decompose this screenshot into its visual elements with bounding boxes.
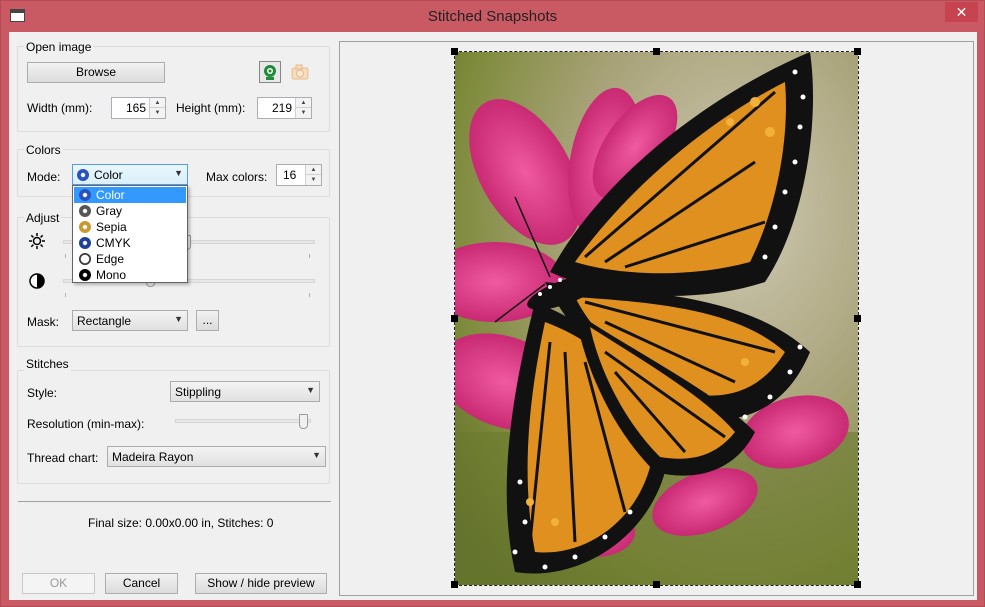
width-label: Width (mm): (27, 101, 93, 115)
mode-option-label: Gray (96, 204, 123, 218)
width-value: 165 (125, 101, 146, 115)
mode-option-label: CMYK (96, 236, 131, 250)
chevron-down-icon: ▼ (312, 450, 321, 460)
mode-combobox[interactable]: Color ▼ (72, 164, 188, 185)
mode-option-edge[interactable]: Edge (74, 251, 186, 267)
mode-option-mono[interactable]: Mono (74, 267, 186, 283)
color-mode-icon (77, 169, 89, 181)
cmyk-mode-icon (79, 237, 91, 249)
butterfly-image (455, 52, 858, 585)
brightness-tick-max (309, 254, 310, 258)
chevron-down-icon: ▼ (174, 168, 183, 178)
preview-panel (339, 41, 974, 596)
mask-value: Rectangle (77, 314, 132, 328)
style-label: Style: (27, 386, 58, 400)
browse-button[interactable]: Browse (27, 62, 165, 83)
mode-option-label: Mono (96, 268, 127, 282)
mode-option-sepia[interactable]: Sepia (74, 219, 186, 235)
contrast-tick-min (65, 293, 66, 297)
separator (18, 501, 331, 502)
resize-handle-right[interactable] (854, 315, 861, 322)
resolution-slider-thumb[interactable] (299, 414, 309, 429)
mode-label: Mode: (27, 170, 61, 184)
style-value: Stippling (175, 385, 222, 399)
mode-option-label: Color (96, 188, 125, 202)
app-window: Stitched Snapshots ✕ Open image Browse W… (0, 0, 985, 607)
mask-combobox[interactable]: Rectangle ▼ (72, 310, 188, 331)
sepia-mode-icon (79, 221, 91, 233)
brightness-tick-min (65, 254, 66, 258)
width-spin-arrows[interactable]: ▲ ▼ (149, 98, 165, 118)
resize-handle-bottom-right[interactable] (854, 581, 861, 588)
chevron-down-icon: ▼ (306, 385, 315, 395)
open-image-group (17, 46, 330, 132)
toggle-preview-button[interactable]: Show / hide preview (195, 573, 327, 594)
webcam-icon[interactable] (259, 61, 281, 83)
colors-title: Colors (24, 143, 63, 157)
title-bar[interactable]: Stitched Snapshots ✕ (1, 1, 984, 32)
brightness-icon (28, 232, 46, 250)
max-colors-spin-arrows[interactable]: ▲ ▼ (305, 165, 321, 185)
color-mode-icon (79, 189, 91, 201)
cancel-button[interactable]: Cancel (105, 573, 178, 594)
close-button[interactable]: ✕ (945, 2, 978, 22)
resize-handle-left[interactable] (451, 315, 458, 322)
chevron-down-icon: ▼ (174, 314, 183, 324)
resolution-slider-track[interactable] (175, 419, 311, 423)
thread-chart-value: Madeira Rayon (112, 450, 194, 464)
mode-option-label: Sepia (96, 220, 127, 234)
max-colors-label: Max colors: (206, 170, 268, 184)
height-spin-arrows[interactable]: ▲ ▼ (295, 98, 311, 118)
thread-chart-combobox[interactable]: Madeira Rayon ▼ (107, 446, 326, 467)
mono-mode-icon (79, 269, 91, 281)
resize-handle-top[interactable] (653, 48, 660, 55)
height-value: 219 (271, 101, 292, 115)
max-colors-value: 16 (283, 168, 297, 182)
camera-icon[interactable] (289, 61, 311, 83)
width-spinbox[interactable]: 165 ▲ ▼ (111, 97, 166, 119)
style-combobox[interactable]: Stippling ▼ (170, 381, 320, 402)
mode-value: Color (94, 168, 123, 182)
resize-handle-top-right[interactable] (854, 48, 861, 55)
resize-handle-bottom-left[interactable] (451, 581, 458, 588)
open-image-title: Open image (24, 40, 94, 54)
mask-more-button[interactable]: ... (196, 310, 219, 331)
thread-chart-label: Thread chart: (27, 451, 99, 465)
edge-mode-icon (79, 253, 91, 265)
adjust-title: Adjust (24, 211, 62, 225)
mask-label: Mask: (27, 315, 60, 329)
max-colors-spinbox[interactable]: 16 ▲ ▼ (276, 164, 322, 186)
final-size-status: Final size: 0.00x0.00 in, Stitches: 0 (88, 516, 274, 530)
stitches-title: Stitches (24, 357, 71, 371)
resize-handle-top-left[interactable] (451, 48, 458, 55)
resize-handle-bottom[interactable] (653, 581, 660, 588)
height-label: Height (mm): (176, 101, 246, 115)
window-title: Stitched Snapshots (427, 8, 558, 25)
mode-option-label: Edge (96, 252, 125, 266)
mode-option-color[interactable]: Color (74, 187, 186, 203)
mode-option-gray[interactable]: Gray (74, 203, 186, 219)
gray-mode-icon (79, 205, 91, 217)
client-area: Open image Browse Width (mm): 165 ▲ ▼ Hei… (9, 32, 977, 600)
contrast-tick-max (309, 293, 310, 297)
resolution-label: Resolution (min-max): (27, 417, 145, 431)
mode-dropdown-list[interactable]: Color Gray Sepia CMYK Edge Mono (72, 185, 188, 283)
preview-image[interactable] (454, 51, 859, 586)
mode-option-cmyk[interactable]: CMYK (74, 235, 186, 251)
ok-button[interactable]: OK (22, 573, 95, 594)
height-spinbox[interactable]: 219 ▲ ▼ (257, 97, 312, 119)
contrast-icon (28, 272, 46, 290)
